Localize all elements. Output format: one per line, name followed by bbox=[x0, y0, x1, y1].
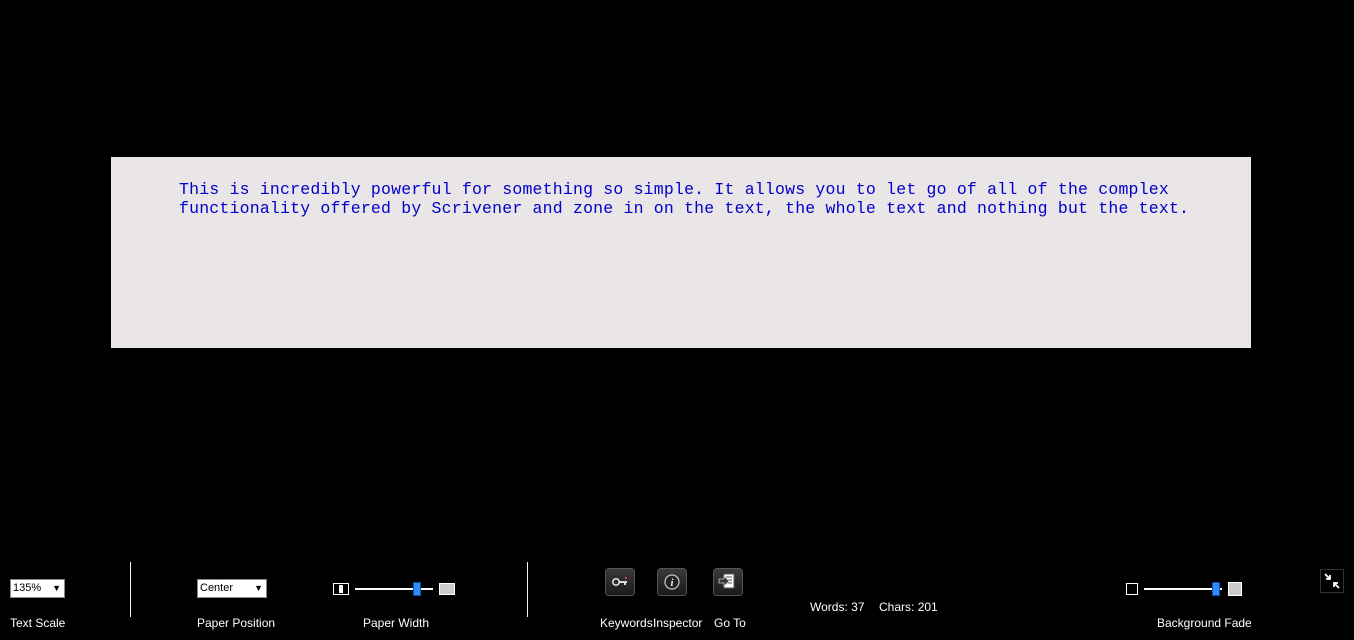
editor-paper[interactable]: This is incredibly powerful for somethin… bbox=[111, 157, 1251, 348]
background-fade-slider[interactable] bbox=[1144, 582, 1222, 596]
fade-high-icon bbox=[1228, 582, 1242, 596]
keywords-button[interactable] bbox=[605, 568, 635, 596]
toolbar-divider bbox=[130, 562, 131, 617]
char-count: Chars: 201 bbox=[879, 600, 938, 614]
goto-document-icon bbox=[718, 573, 738, 591]
paper-position-label: Paper Position bbox=[197, 616, 275, 630]
info-icon: i bbox=[663, 573, 681, 591]
wide-page-icon bbox=[439, 583, 455, 595]
inspector-label: Inspector bbox=[653, 616, 702, 630]
exit-fullscreen-button[interactable] bbox=[1320, 569, 1344, 593]
composition-toolbar: 135% ▼ Text Scale Center ▼ Paper Positio… bbox=[0, 560, 1354, 640]
word-count: Words: 37 bbox=[810, 600, 865, 614]
paper-width-label: Paper Width bbox=[363, 616, 429, 630]
toolbar-divider bbox=[527, 562, 528, 617]
slider-track bbox=[1144, 588, 1222, 590]
narrow-page-icon bbox=[333, 583, 349, 595]
goto-button[interactable] bbox=[713, 568, 743, 596]
slider-thumb[interactable] bbox=[1212, 582, 1220, 596]
background-fade-label: Background Fade bbox=[1157, 616, 1252, 630]
background-fade-slider-group bbox=[1126, 582, 1242, 596]
text-scale-label: Text Scale bbox=[10, 616, 65, 630]
editor-text[interactable]: This is incredibly powerful for somethin… bbox=[131, 181, 1231, 219]
paper-position-select[interactable]: Center bbox=[197, 579, 267, 598]
inspector-button[interactable]: i bbox=[657, 568, 687, 596]
slider-thumb[interactable] bbox=[413, 582, 421, 596]
slider-track bbox=[355, 588, 433, 590]
text-scale-select[interactable]: 135% bbox=[10, 579, 65, 598]
paper-width-slider-group bbox=[333, 582, 455, 596]
exit-fullscreen-icon bbox=[1324, 573, 1340, 589]
goto-label: Go To bbox=[714, 616, 746, 630]
key-icon bbox=[611, 575, 629, 589]
fade-low-icon bbox=[1126, 583, 1138, 595]
keywords-label: Keywords bbox=[600, 616, 653, 630]
paper-width-slider[interactable] bbox=[355, 582, 433, 596]
